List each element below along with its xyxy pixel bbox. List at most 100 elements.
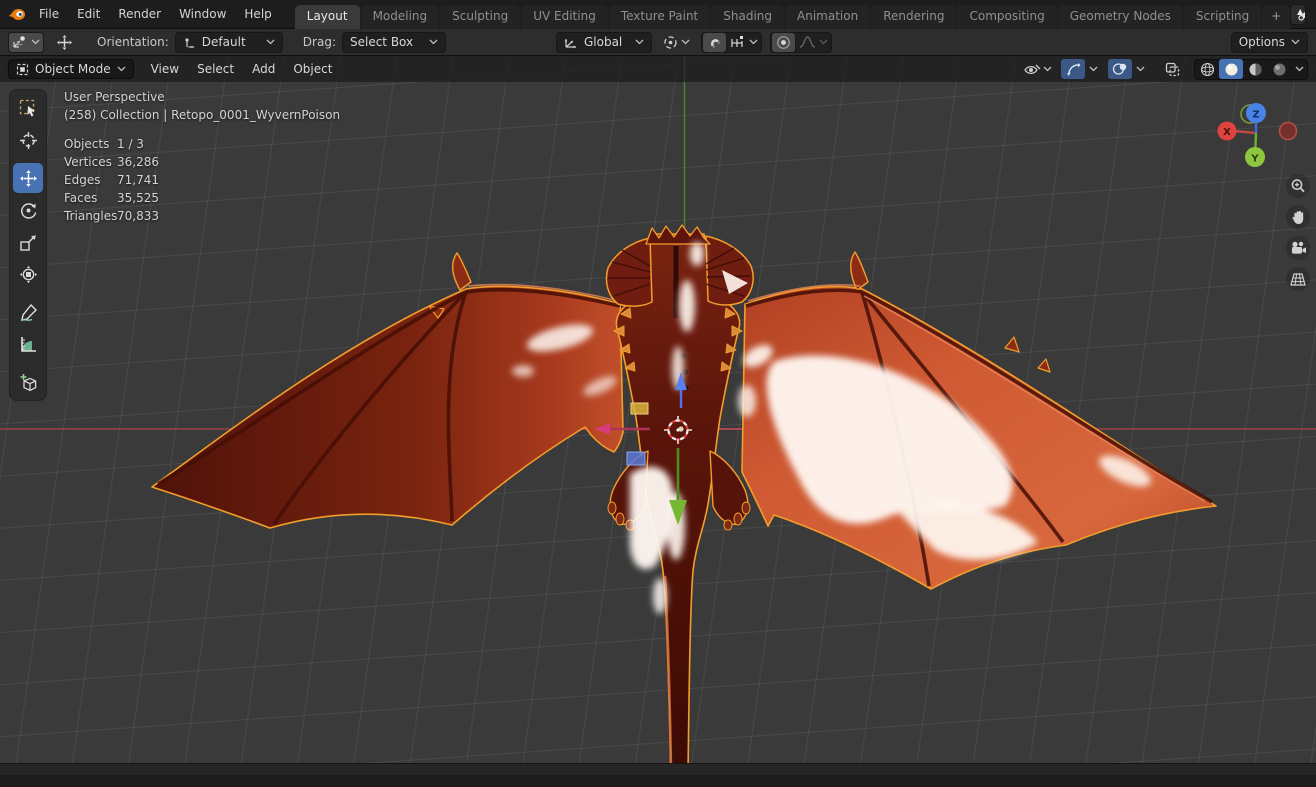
pan-button[interactable] bbox=[1286, 205, 1310, 229]
measure-tool[interactable] bbox=[13, 329, 43, 359]
viewport-menu-view[interactable]: View bbox=[142, 59, 188, 79]
workspace-tab-sculpting[interactable]: Sculpting bbox=[440, 4, 521, 29]
orientation-dropdown[interactable]: Default bbox=[174, 31, 283, 53]
chevron-down-icon bbox=[635, 39, 644, 45]
move-tool-indicator-icon[interactable] bbox=[52, 32, 77, 53]
visibility-eye-icon bbox=[1024, 64, 1041, 74]
proportional-edit-icon bbox=[777, 35, 790, 49]
scene-selector[interactable]: Scene bbox=[1290, 3, 1306, 25]
camera-view-button[interactable] bbox=[1286, 236, 1310, 260]
workspace-tab-layout[interactable]: Layout bbox=[294, 4, 360, 29]
select-box-tool[interactable] bbox=[13, 93, 43, 123]
dragon-head-fan-right bbox=[705, 235, 754, 306]
shading-solid-button[interactable] bbox=[1219, 59, 1243, 79]
menu-help[interactable]: Help bbox=[235, 4, 280, 24]
workspace-tab-geometry-nodes[interactable]: Geometry Nodes bbox=[1057, 4, 1183, 29]
workspace-tab-rendering[interactable]: Rendering bbox=[871, 4, 957, 29]
move-tool[interactable] bbox=[13, 163, 43, 193]
falloff-curve-icon bbox=[799, 36, 816, 48]
object-visibility-dropdown[interactable] bbox=[1022, 59, 1054, 79]
blender-logo-icon[interactable] bbox=[8, 4, 26, 24]
topbar: File Edit Render Window Help Layout Mode… bbox=[0, 0, 1316, 29]
menu-edit[interactable]: Edit bbox=[68, 4, 109, 24]
proportional-editing-toggle[interactable] bbox=[770, 31, 796, 53]
dragon-wing-claw-left bbox=[452, 252, 472, 291]
pivot-point-dropdown[interactable] bbox=[660, 32, 693, 53]
dragon-left-wing[interactable] bbox=[151, 285, 624, 529]
axis-z-ball[interactable]: Z bbox=[1246, 103, 1266, 123]
rotate-tool[interactable] bbox=[13, 195, 43, 225]
chevron-down-icon bbox=[1043, 66, 1052, 72]
workspace-tab-shading[interactable]: Shading bbox=[711, 4, 784, 29]
axis-x-negative-ball[interactable] bbox=[1278, 121, 1298, 141]
menu-file[interactable]: File bbox=[30, 4, 68, 24]
viewport-stats-overlay: User Perspective (258) Collection | Reto… bbox=[64, 88, 340, 225]
workspace-tabs: Layout Modeling Sculpting UV Editing Tex… bbox=[294, 0, 1291, 29]
magnifier-plus-icon bbox=[1291, 179, 1305, 193]
gizmos-icon bbox=[1066, 62, 1080, 76]
svg-text:X: X bbox=[1223, 127, 1231, 138]
annotate-tool[interactable] bbox=[13, 297, 43, 327]
orientation-label: Orientation: bbox=[97, 35, 169, 49]
add-workspace-button[interactable]: + bbox=[1262, 4, 1291, 29]
transform-tool[interactable] bbox=[13, 259, 43, 289]
axis-y-ball[interactable]: Y bbox=[1245, 147, 1265, 167]
hand-icon bbox=[1291, 210, 1303, 224]
orientation-icon bbox=[185, 37, 194, 48]
chevron-down-icon bbox=[266, 39, 275, 45]
menu-render[interactable]: Render bbox=[109, 4, 170, 24]
drag-label: Drag: bbox=[302, 35, 336, 49]
overlays-settings-dropdown[interactable] bbox=[1132, 59, 1148, 79]
snap-toggle-button[interactable] bbox=[701, 31, 727, 53]
workspace-tab-animation[interactable]: Animation bbox=[785, 4, 871, 29]
viewport-3d[interactable]: Object Mode View Select Add Object User … bbox=[0, 56, 1316, 775]
shading-material-button[interactable] bbox=[1243, 59, 1267, 79]
axis-x-ball[interactable]: X bbox=[1217, 121, 1237, 141]
workspace-tab-scripting[interactable]: Scripting bbox=[1183, 4, 1262, 29]
drag-dropdown[interactable]: Select Box bbox=[341, 31, 446, 53]
snap-settings-dropdown[interactable] bbox=[727, 32, 761, 53]
shading-settings-dropdown[interactable] bbox=[1291, 59, 1307, 79]
viewport-menu-object[interactable]: Object bbox=[284, 59, 341, 79]
xray-toggle[interactable] bbox=[1160, 59, 1184, 79]
workspace-tab-compositing[interactable]: Compositing bbox=[957, 4, 1057, 29]
overlays-icon bbox=[1112, 63, 1127, 75]
chevron-down-icon bbox=[681, 39, 690, 45]
cursor-tool[interactable] bbox=[13, 125, 43, 155]
transform-orientation-dropdown[interactable]: Global bbox=[555, 31, 652, 53]
add-cube-tool[interactable] bbox=[13, 367, 43, 397]
perspective-ortho-toggle[interactable] bbox=[1286, 267, 1310, 291]
options-dropdown[interactable]: Options bbox=[1230, 31, 1308, 53]
snapping-group bbox=[700, 31, 762, 53]
shading-rendered-button[interactable] bbox=[1267, 59, 1291, 79]
workspace-tab-modeling[interactable]: Modeling bbox=[360, 4, 440, 29]
workspace-tab-uv-editing[interactable]: UV Editing bbox=[521, 4, 608, 29]
active-tool-dropdown[interactable] bbox=[8, 31, 44, 53]
mode-dropdown[interactable]: Object Mode bbox=[8, 59, 134, 79]
empty-image-marker[interactable] bbox=[630, 402, 649, 415]
scale-tool[interactable] bbox=[13, 227, 43, 257]
workspace-tab-texture-paint[interactable]: Texture Paint bbox=[608, 4, 711, 29]
stat-objects: Objects 1 / 3 bbox=[64, 137, 144, 151]
wireframe-sphere-icon bbox=[1200, 62, 1214, 76]
scene-browse-button[interactable] bbox=[1291, 4, 1306, 24]
zoom-button[interactable] bbox=[1286, 174, 1310, 198]
proportional-edit-group bbox=[769, 31, 832, 53]
dragon-head-fan-left bbox=[605, 237, 653, 307]
viewport-menu-add[interactable]: Add bbox=[243, 59, 284, 79]
snap-increment-icon bbox=[731, 36, 743, 47]
menu-window[interactable]: Window bbox=[170, 4, 235, 24]
shading-wireframe-button[interactable] bbox=[1195, 59, 1219, 79]
chevron-down-icon bbox=[429, 39, 438, 45]
toolbar bbox=[9, 89, 47, 401]
chevron-down-icon bbox=[819, 39, 828, 45]
magnet-icon bbox=[710, 38, 721, 48]
empty-blue-marker[interactable] bbox=[626, 451, 646, 466]
tool-settings-bar: Orientation: Default Drag: Select Box Gl… bbox=[0, 29, 1316, 56]
viewport-menu-select[interactable]: Select bbox=[188, 59, 243, 79]
proportional-falloff-dropdown[interactable] bbox=[796, 32, 831, 53]
show-overlays-toggle[interactable] bbox=[1108, 59, 1132, 79]
global-axes-icon bbox=[564, 38, 576, 48]
gizmo-settings-dropdown[interactable] bbox=[1085, 59, 1101, 79]
show-gizmo-toggle[interactable] bbox=[1061, 59, 1085, 79]
